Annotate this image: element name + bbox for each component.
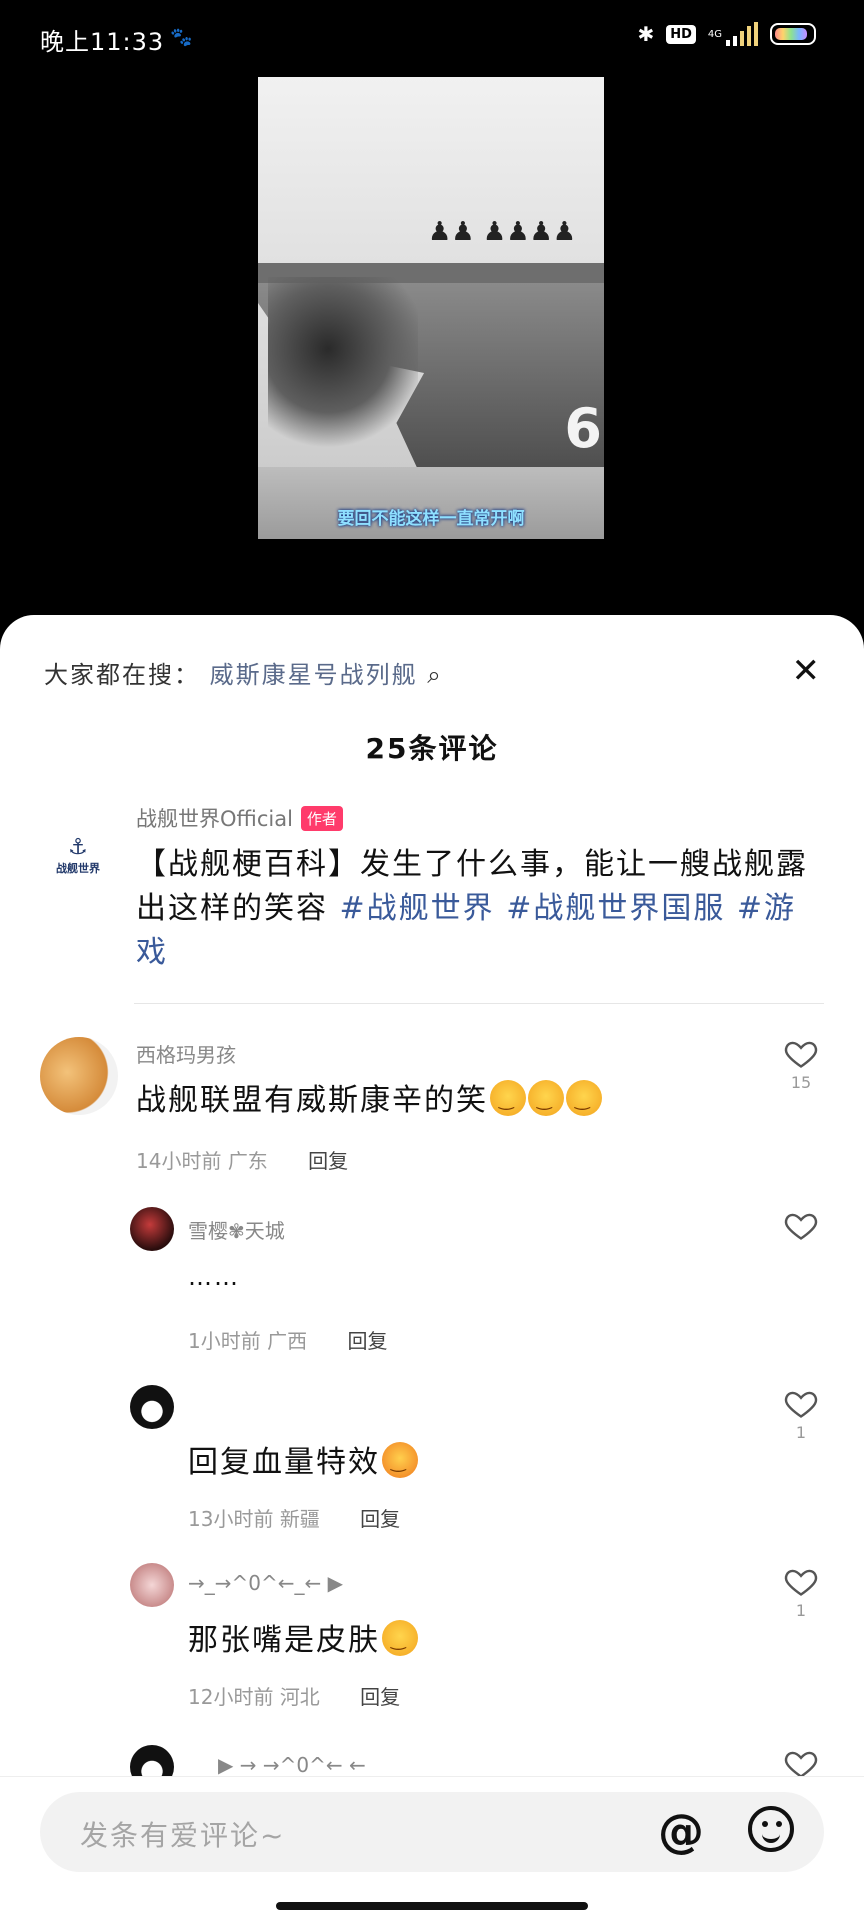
author-name[interactable]: 战舰世界Official 作者 xyxy=(136,803,343,833)
comment-input-placeholder: 发条有爱评论~ xyxy=(80,1819,286,1852)
comment-text-body: 那张嘴是皮肤 xyxy=(188,1623,380,1658)
author-text: 【战舰梗百科】发生了什么事，能让一艘战舰露出这样的笑容 #战舰世界 #战舰世界国… xyxy=(136,843,826,975)
signal-icon xyxy=(726,22,758,46)
avatar[interactable] xyxy=(130,1385,174,1429)
like-count: 1 xyxy=(795,1423,807,1442)
search-icon: ⌕ xyxy=(427,661,443,689)
heart-icon xyxy=(784,1213,818,1240)
video-player[interactable]: ♟♟ ♟♟♟♟ 6 要回不能这样一直常开啊 xyxy=(258,77,604,539)
comment-time: 14小时前 xyxy=(136,1149,222,1173)
hot-search-prefix: 大家都在搜： xyxy=(44,661,200,689)
notification-icon: 🐾 xyxy=(170,27,193,48)
avatar[interactable] xyxy=(130,1563,174,1607)
avatar[interactable] xyxy=(130,1207,174,1251)
hot-search[interactable]: 大家都在搜： 威斯康星号战列舰 ⌕ xyxy=(44,655,443,690)
hd-icon: HD xyxy=(666,24,696,44)
comment-sheet: 大家都在搜： 威斯康星号战列舰 ⌕ ✕ 25条评论 ⚓ 战舰世界 战舰世界Off… xyxy=(0,615,864,1920)
crying-emoji-icon xyxy=(382,1620,418,1656)
hull-number: 6 xyxy=(564,397,602,460)
heart-icon xyxy=(784,1041,818,1068)
comment-time: 1小时前 xyxy=(188,1329,261,1353)
anchor-icon: ⚓ xyxy=(68,834,88,860)
like-count: 15 xyxy=(790,1073,812,1092)
author-name-text: 战舰世界Official xyxy=(136,807,293,831)
close-icon[interactable]: ✕ xyxy=(792,651,821,691)
comment-time: 13小时前 xyxy=(188,1507,274,1531)
reply-button[interactable]: 回复 xyxy=(360,1685,400,1709)
comment-input-bar: 发条有爱评论~ @ xyxy=(0,1776,864,1921)
grin-emoji-icon xyxy=(566,1080,602,1116)
blush-emoji-icon xyxy=(382,1442,418,1478)
comment-meta: 1小时前 广西 回复 xyxy=(188,1325,387,1354)
comment-text: 战舰联盟有威斯康辛的笑 xyxy=(136,1075,602,1119)
comment-text: 那张嘴是皮肤 xyxy=(188,1615,418,1659)
comment-location: 新疆 xyxy=(279,1507,320,1531)
comment-input[interactable]: 发条有爱评论~ @ xyxy=(40,1792,824,1872)
battery-icon xyxy=(770,23,816,45)
divider xyxy=(134,1003,824,1004)
comment-location: 河北 xyxy=(279,1685,320,1709)
comment-text: …… xyxy=(188,1263,240,1291)
hashtag-link[interactable]: #战舰世界国服 xyxy=(506,891,725,926)
author-logo-text: 战舰世界 xyxy=(56,861,100,875)
network-label: 4G xyxy=(707,28,722,40)
comment-meta: 13小时前 新疆 回复 xyxy=(188,1503,400,1532)
reply-button[interactable]: 回复 xyxy=(308,1149,348,1173)
grin-emoji-icon xyxy=(490,1080,526,1116)
reply-button[interactable]: 回复 xyxy=(360,1507,400,1531)
home-indicator[interactable] xyxy=(276,1902,588,1910)
comment-username[interactable]: 西格玛男孩 xyxy=(136,1039,236,1068)
status-icons: ✱ HD 4G xyxy=(637,22,816,46)
avatar[interactable] xyxy=(40,1037,118,1115)
author-avatar[interactable]: ⚓ 战舰世界 xyxy=(44,821,112,889)
like-button[interactable] xyxy=(776,1207,826,1245)
emoji-picker-icon[interactable] xyxy=(748,1806,794,1852)
video-subtitle: 要回不能这样一直常开啊 xyxy=(337,509,525,529)
status-bar: 晚上11:33 🐾 ✱ HD 4G xyxy=(0,0,864,80)
grin-emoji-icon xyxy=(528,1080,564,1116)
comment-username[interactable]: ▶ → →^0^← ← xyxy=(218,1753,366,1777)
comment-location: 广东 xyxy=(227,1149,268,1173)
heart-icon xyxy=(784,1391,818,1418)
crew-silhouettes: ♟♟ ♟♟♟♟ xyxy=(428,217,577,247)
like-button[interactable]: 15 xyxy=(776,1035,826,1092)
reply-button[interactable]: 回复 xyxy=(347,1329,387,1353)
comment-location: 广西 xyxy=(267,1329,308,1353)
hot-search-keyword[interactable]: 威斯康星号战列舰 xyxy=(210,661,418,689)
status-time: 晚上11:33 xyxy=(40,28,165,56)
bluetooth-icon: ✱ xyxy=(637,22,655,46)
hashtag-link[interactable]: #战舰世界 xyxy=(340,891,495,926)
like-button[interactable]: 1 xyxy=(776,1385,826,1442)
comment-meta: 14小时前 广东 回复 xyxy=(136,1145,348,1174)
comment-time: 12小时前 xyxy=(188,1685,274,1709)
author-tag: 作者 xyxy=(300,806,343,831)
like-count: 1 xyxy=(795,1601,807,1620)
ship-damage xyxy=(268,277,418,457)
comment-text-body: 战舰联盟有威斯康辛的笑 xyxy=(136,1083,488,1118)
comment-username[interactable]: 雪樱✾天城 xyxy=(188,1215,285,1244)
comment-text-body: 回复血量特效 xyxy=(188,1445,380,1480)
comment-meta: 12小时前 河北 回复 xyxy=(188,1681,400,1710)
like-button[interactable]: 1 xyxy=(776,1563,826,1620)
at-mention-icon[interactable]: @ xyxy=(658,1804,704,1858)
comment-count: 25条评论 xyxy=(365,732,499,765)
comment-text: 回复血量特效 xyxy=(188,1437,418,1481)
comment-username[interactable]: →_→^0^←_← ▶ xyxy=(188,1571,343,1595)
heart-icon xyxy=(784,1569,818,1596)
